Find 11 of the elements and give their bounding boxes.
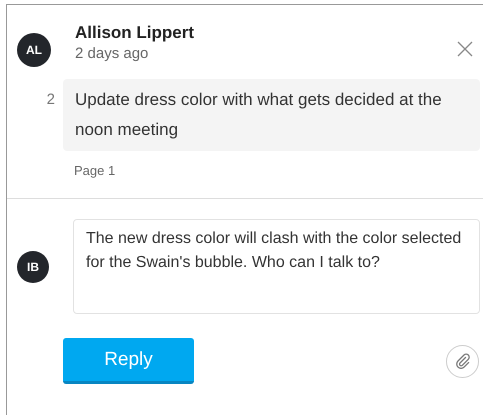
reply-field[interactable]: The new dress color will clash with the color selected for the Swain's bubble. Who can I talk to?: [73, 219, 480, 314]
comment-time: 2 days ago: [75, 44, 150, 64]
paperclip-icon: [454, 353, 470, 369]
user-avatar: IB: [17, 250, 49, 282]
author-name: Allison Lippert: [75, 22, 195, 44]
attach-button[interactable]: [446, 344, 479, 378]
user-avatar: AL: [17, 33, 51, 67]
comment-number: 2: [46, 90, 56, 110]
comment-text: Update dress color with what gets decided at the noon meeting: [63, 79, 480, 151]
page-label: Page 1: [74, 163, 116, 178]
close-icon[interactable]: [457, 41, 473, 57]
